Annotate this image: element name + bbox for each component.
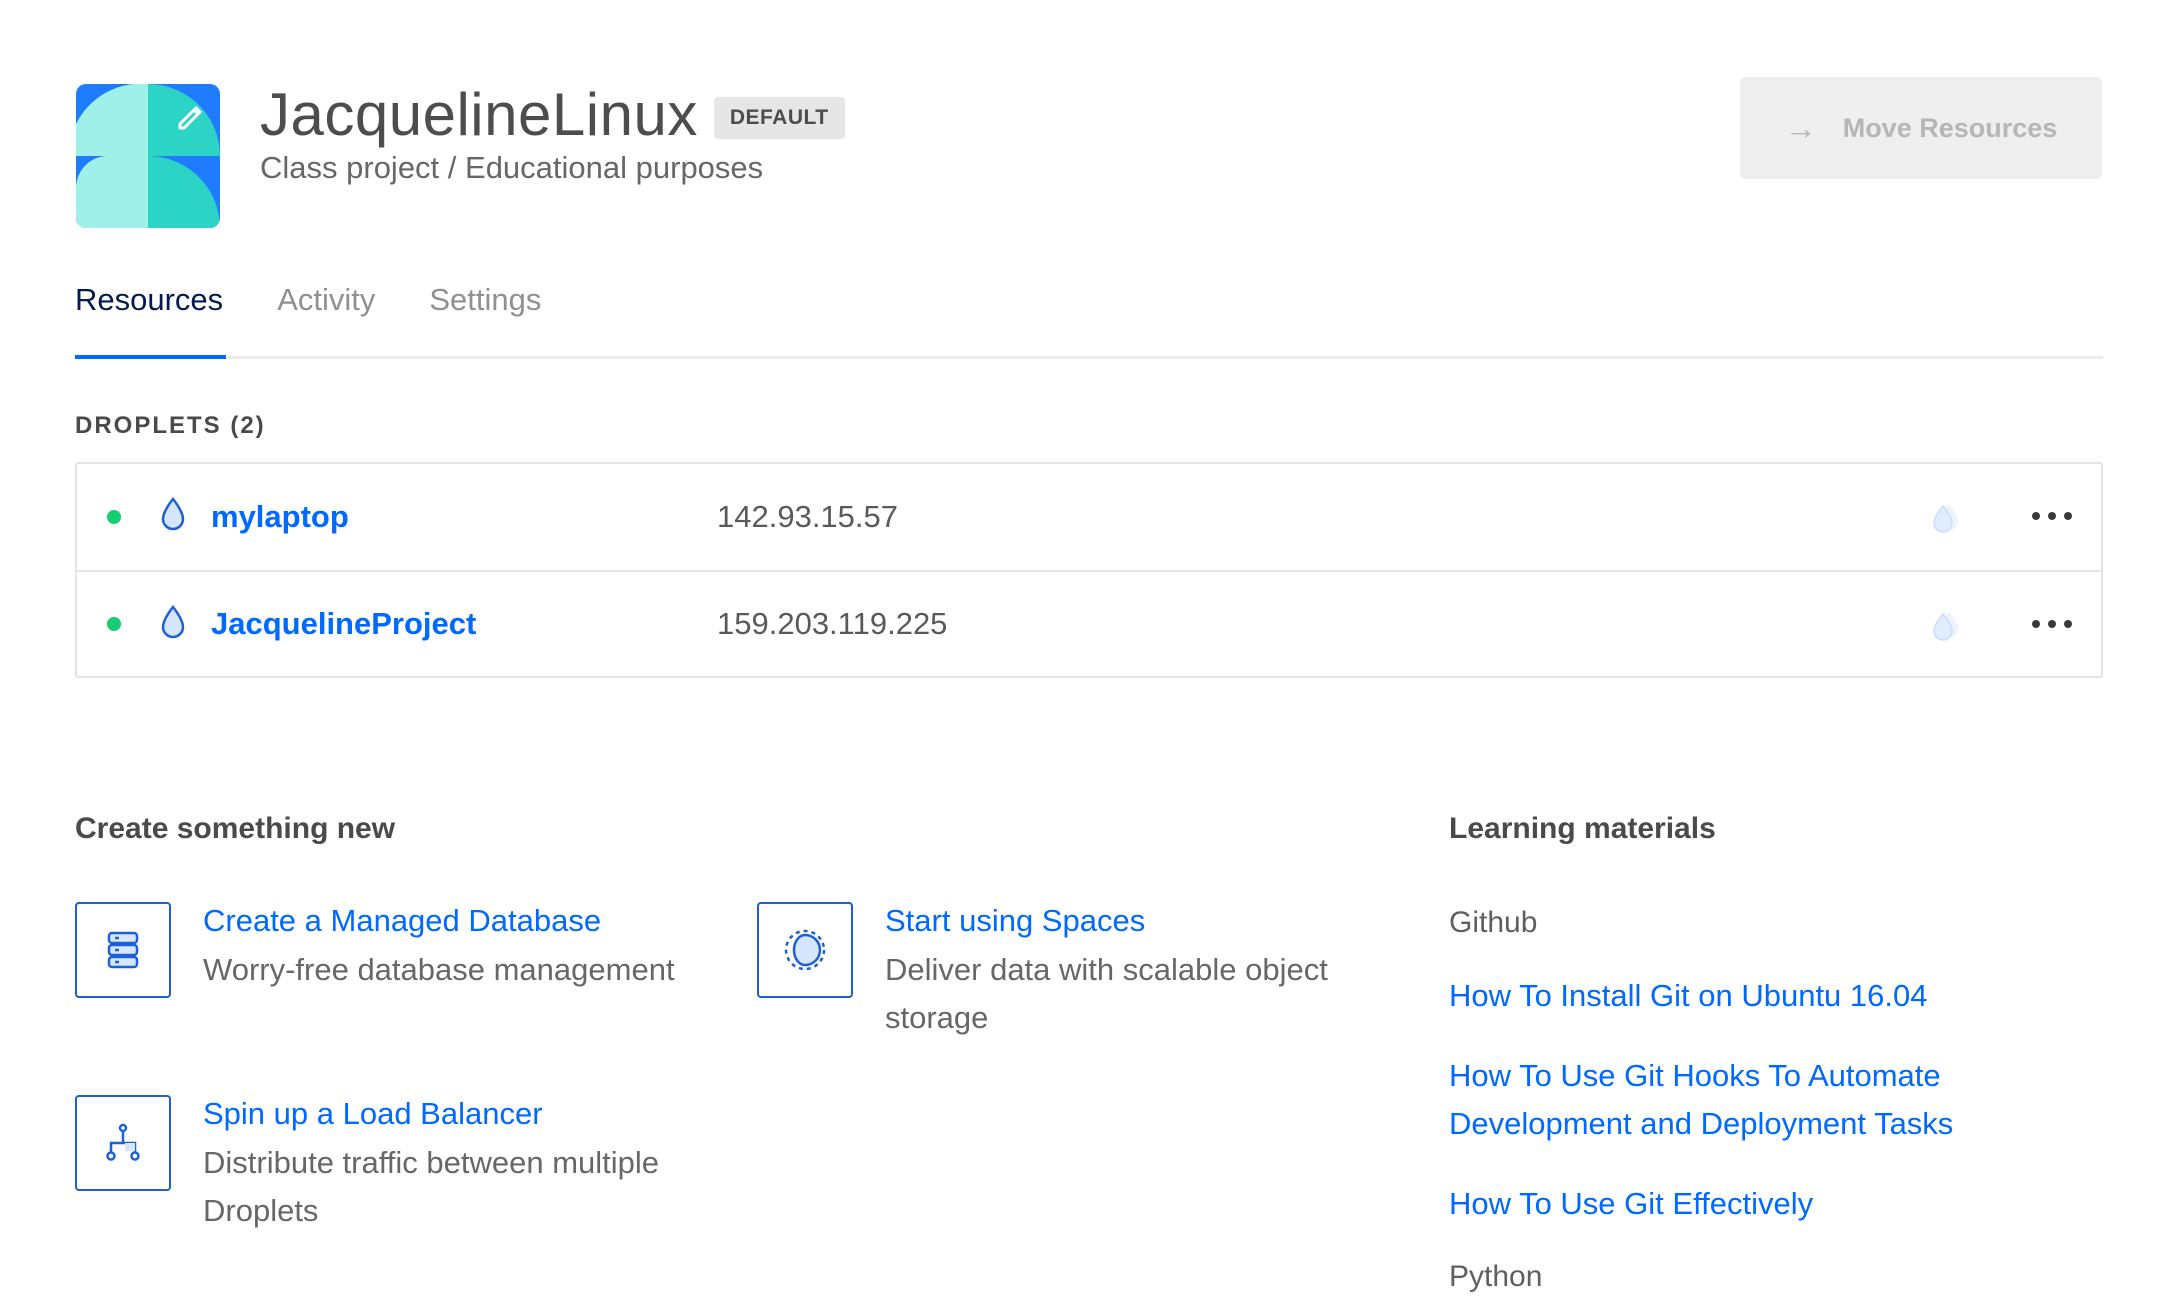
create-managed-database-item: Create a Managed Database Worry-free dat… (75, 902, 843, 998)
learning-category-python: Python (1449, 1260, 1543, 1293)
load-balancer-icon (106, 1123, 140, 1161)
create-spaces-button[interactable] (757, 902, 853, 998)
tab-activity[interactable]: Activity (277, 282, 375, 318)
spaces-icon (784, 929, 826, 971)
project-description: Class project / Educational purposes (260, 150, 764, 185)
status-active-dot (107, 617, 121, 631)
create-database-button[interactable] (75, 902, 171, 998)
table-row: JacquelineProject 159.203.119.225 (77, 570, 2101, 676)
database-icon (107, 931, 139, 969)
droplets-section-label: DROPLETS (2) (75, 412, 266, 439)
create-load-balancer-link[interactable]: Spin up a Load Balancer (203, 1095, 723, 1133)
table-row: mylaptop 142.93.15.57 (77, 464, 2101, 570)
create-database-link[interactable]: Create a Managed Database (203, 902, 843, 940)
learning-link[interactable]: How To Use Git Effectively (1449, 1180, 2069, 1228)
create-load-balancer-desc: Distribute traffic between multiple Drop… (203, 1145, 660, 1228)
move-resources-button[interactable]: → Move Resources (1740, 77, 2102, 179)
learning-link[interactable]: How To Install Git on Ubuntu 16.04 (1449, 972, 2069, 1020)
create-section-heading: Create something new (75, 812, 396, 845)
project-title: JacquelineLinux (260, 81, 698, 148)
learning-category-github: Github (1449, 906, 1538, 939)
project-tabs: Resources Activity Settings (75, 282, 595, 318)
status-active-dot (107, 510, 121, 524)
start-using-spaces-item: Start using Spaces Deliver data with sca… (757, 902, 1385, 1042)
create-spaces-desc: Deliver data with scalable object storag… (885, 952, 1328, 1035)
backup-drops-icon[interactable] (1929, 500, 1965, 534)
learning-materials-list: Github How To Install Git on Ubuntu 16.0… (1449, 906, 2069, 1298)
droplet-icon (161, 605, 185, 639)
create-load-balancer-button[interactable] (75, 1095, 171, 1191)
backup-drops-icon[interactable] (1929, 608, 1965, 642)
arrow-right-icon: → (1784, 109, 1817, 146)
project-avatar[interactable] (76, 84, 220, 228)
active-tab-indicator (75, 355, 226, 359)
droplet-name-link[interactable]: mylaptop (211, 499, 349, 535)
droplet-icon (161, 497, 185, 531)
create-database-desc: Worry-free database management (203, 952, 675, 987)
more-options-icon[interactable] (2032, 512, 2072, 522)
pencil-icon[interactable] (172, 98, 208, 134)
create-spaces-link[interactable]: Start using Spaces (885, 902, 1385, 940)
droplet-name-link[interactable]: JacquelineProject (211, 606, 476, 642)
spin-up-load-balancer-item: Spin up a Load Balancer Distribute traff… (75, 1095, 723, 1235)
tabs-divider (75, 356, 2103, 359)
droplet-ip: 159.203.119.225 (717, 606, 948, 641)
tab-settings[interactable]: Settings (429, 282, 541, 318)
default-badge: DEFAULT (713, 96, 845, 139)
tab-resources[interactable]: Resources (75, 282, 223, 318)
learning-link[interactable]: How To Use Git Hooks To Automate Develop… (1449, 1052, 2069, 1148)
move-resources-label: Move Resources (1842, 112, 2058, 143)
droplet-ip: 142.93.15.57 (717, 499, 899, 534)
droplets-table: mylaptop 142.93.15.57 JacquelineProject … (75, 462, 2103, 678)
learning-section-heading: Learning materials (1449, 812, 1716, 845)
more-options-icon[interactable] (2032, 620, 2072, 630)
